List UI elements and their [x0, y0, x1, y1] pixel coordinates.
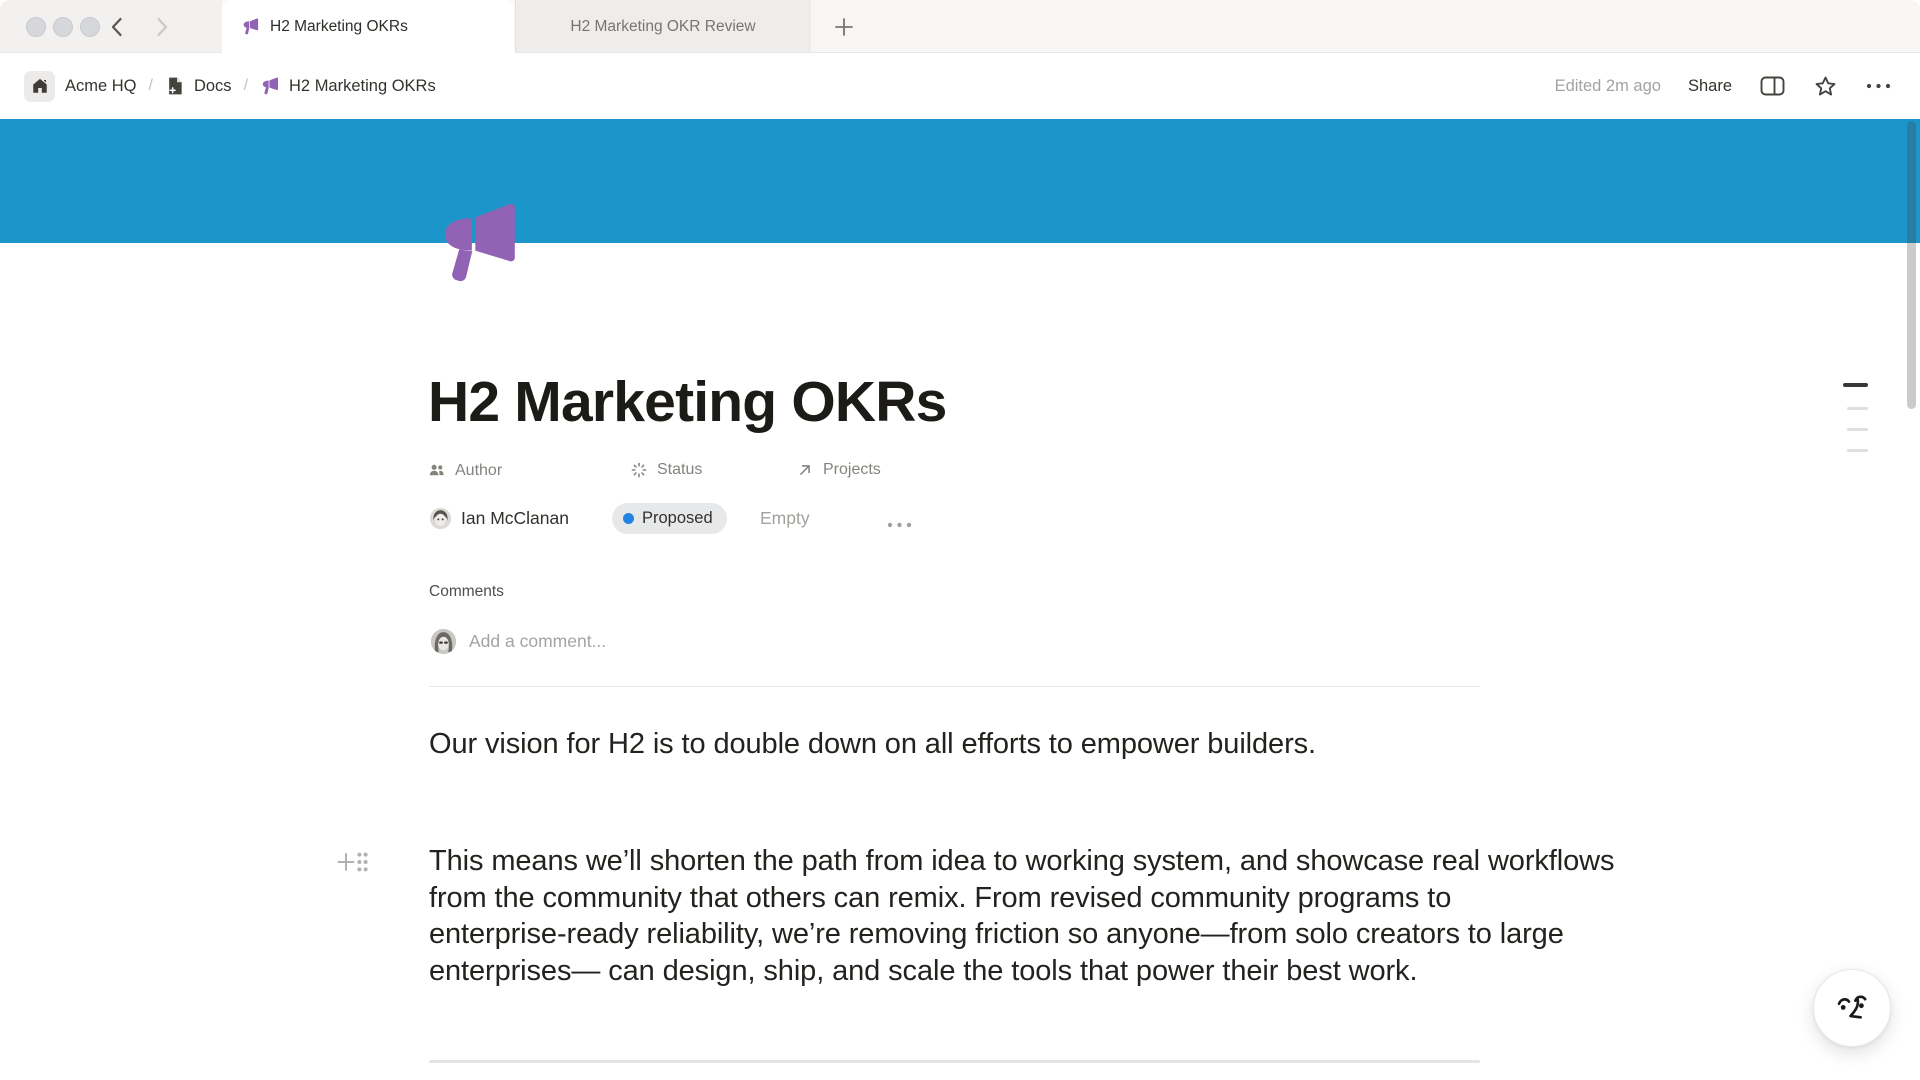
favorite-button[interactable]: [1813, 74, 1838, 99]
more-properties-button[interactable]: [886, 509, 913, 540]
avatar-current-user: [431, 629, 456, 654]
more-options-button[interactable]: [1865, 81, 1892, 91]
new-tab-button[interactable]: [832, 15, 856, 39]
tabbar-right-area: [811, 0, 1920, 53]
page-cover[interactable]: [0, 119, 1920, 243]
drag-block-handle[interactable]: [356, 851, 369, 873]
plus-icon: [337, 851, 355, 873]
property-value-author[interactable]: Ian McClanan: [430, 503, 569, 534]
tab-label: H2 Marketing OKR Review: [570, 18, 755, 36]
breadcrumb-separator: /: [242, 77, 250, 95]
toc-line[interactable]: [1847, 449, 1868, 452]
top-actions: Edited 2m ago Share: [1555, 74, 1892, 99]
megaphone-icon: [431, 197, 525, 289]
edited-timestamp: Edited 2m ago: [1555, 77, 1661, 96]
divider-block: [429, 1060, 1480, 1063]
scrollbar-thumb[interactable]: [1907, 121, 1916, 409]
top-bar: Acme HQ / Docs / H2 Marketing OKRs Edite…: [0, 53, 1920, 119]
body-paragraph-2[interactable]: This means we’ll shorten the path from i…: [429, 843, 1614, 989]
add-comment-row[interactable]: Add a comment...: [431, 629, 606, 654]
add-block-button[interactable]: [337, 851, 355, 873]
status-spinner-icon: [630, 461, 648, 479]
comments-section-label: Comments: [429, 583, 504, 601]
comments-divider: [429, 686, 1480, 687]
plus-icon: [833, 16, 855, 38]
breadcrumb-label: H2 Marketing OKRs: [289, 77, 436, 96]
toc-line[interactable]: [1847, 407, 1868, 410]
tab-h2-marketing-okr-review[interactable]: H2 Marketing OKR Review: [515, 0, 811, 53]
arrow-up-right-icon: [796, 461, 814, 479]
projects-empty-value: Empty: [760, 508, 810, 529]
ellipsis-icon: [1865, 81, 1892, 91]
author-name: Ian McClanan: [461, 508, 569, 529]
status-dot-icon: [623, 513, 634, 524]
people-icon: [427, 461, 446, 480]
add-comment-placeholder: Add a comment...: [469, 631, 606, 652]
property-label: Projects: [823, 461, 881, 479]
window-controls[interactable]: [26, 17, 100, 37]
home-button[interactable]: [24, 71, 55, 102]
home-icon: [31, 77, 49, 95]
toggle-sidebar-button[interactable]: [1759, 74, 1786, 98]
property-label: Author: [455, 462, 502, 480]
back-button[interactable]: [104, 14, 130, 40]
megaphone-icon: [241, 17, 260, 36]
property-header-author[interactable]: Author: [427, 461, 502, 480]
forward-button[interactable]: [149, 14, 175, 40]
minimize-window-icon[interactable]: [53, 17, 73, 37]
notion-ai-button[interactable]: [1813, 969, 1891, 1047]
zoom-window-icon[interactable]: [80, 17, 100, 37]
breadcrumb: Acme HQ / Docs / H2 Marketing OKRs: [24, 71, 436, 102]
body-paragraph-1[interactable]: Our vision for H2 is to double down on a…: [429, 726, 1316, 763]
document-plus-icon: [165, 76, 185, 96]
status-badge[interactable]: Proposed: [612, 503, 727, 534]
breadcrumb-label: Docs: [194, 77, 232, 96]
property-header-projects[interactable]: Projects: [796, 461, 881, 479]
close-window-icon[interactable]: [26, 17, 46, 37]
tab-label: H2 Marketing OKRs: [270, 18, 408, 36]
breadcrumb-item-current-page[interactable]: H2 Marketing OKRs: [260, 76, 436, 96]
panel-right-icon: [1759, 74, 1786, 98]
breadcrumb-item-acme-hq[interactable]: Acme HQ: [65, 77, 137, 96]
star-icon: [1813, 74, 1838, 99]
breadcrumb-separator: /: [147, 77, 155, 95]
app-window: H2 Marketing OKRs H2 Marketing OKR Revie…: [0, 0, 1920, 1080]
drag-handle-icon: [356, 851, 369, 873]
page-icon-megaphone[interactable]: [431, 197, 525, 289]
ellipsis-icon: [886, 520, 913, 530]
property-header-status[interactable]: Status: [630, 461, 702, 479]
tab-strip: H2 Marketing OKRs H2 Marketing OKR Revie…: [0, 0, 1920, 53]
chevron-left-icon: [106, 15, 128, 39]
tab-h2-marketing-okrs[interactable]: H2 Marketing OKRs: [222, 0, 514, 53]
property-label: Status: [657, 461, 702, 479]
status-value: Proposed: [642, 509, 713, 528]
toc-current-line[interactable]: [1843, 383, 1868, 387]
page-title[interactable]: H2 Marketing OKRs: [428, 372, 947, 432]
ai-face-icon: [1829, 985, 1875, 1031]
share-button[interactable]: Share: [1688, 77, 1732, 96]
toc-line[interactable]: [1847, 428, 1868, 431]
megaphone-icon: [260, 76, 280, 96]
chevron-right-icon: [151, 15, 173, 39]
property-value-projects[interactable]: Empty: [760, 503, 810, 534]
avatar-ian-mcclanan: [430, 508, 451, 529]
breadcrumb-item-docs[interactable]: Docs: [165, 76, 232, 96]
